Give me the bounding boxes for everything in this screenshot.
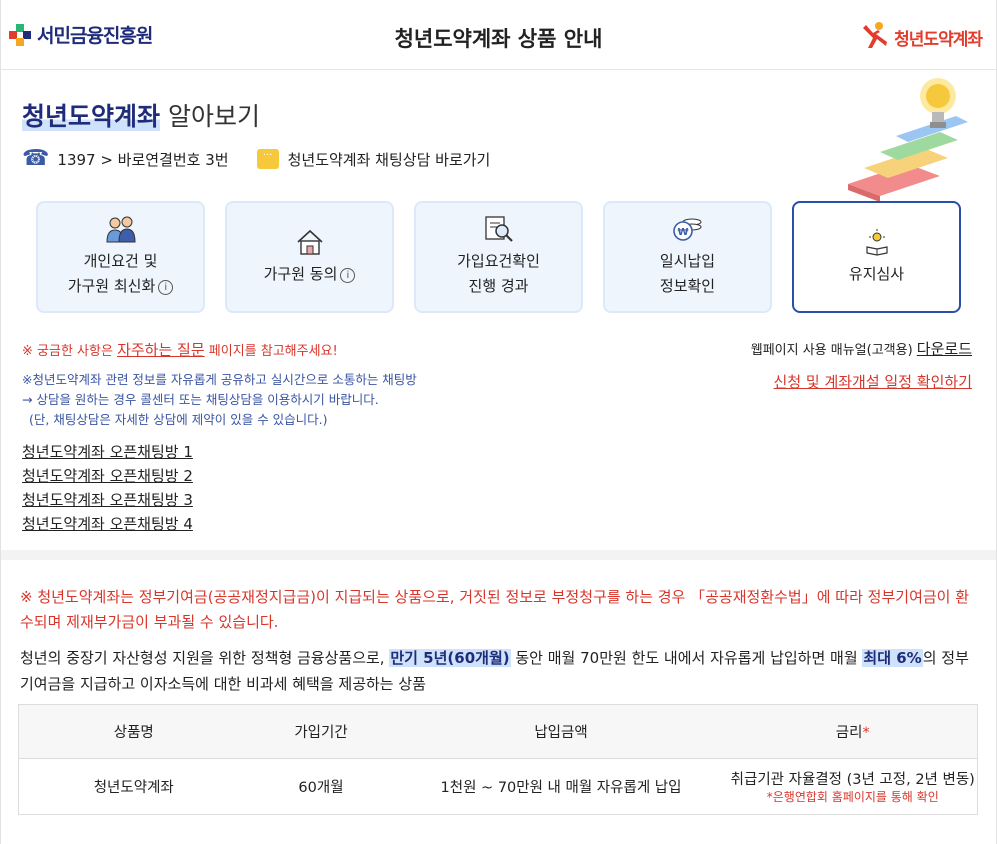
open-chat-link-3[interactable]: 청년도약계좌 오픈채팅방 3 bbox=[22, 488, 193, 512]
phone-icon: ☎ bbox=[22, 146, 50, 171]
open-chat-link-1[interactable]: 청년도약계좌 오픈채팅방 1 bbox=[22, 440, 193, 464]
cell-product-name: 청년도약계좌 bbox=[93, 780, 174, 796]
open-chat-link-2[interactable]: 청년도약계좌 오픈채팅방 2 bbox=[22, 464, 193, 488]
coins-icon: ₩ bbox=[672, 215, 704, 243]
section-heading-rest: 알아보기 bbox=[167, 102, 260, 131]
table-row: 청년도약계좌 60개월 1천원 ~ 70만원 내 매월 자유롭게 납입 취급기관… bbox=[19, 759, 978, 815]
card-label-line2: 정보확인 bbox=[659, 277, 716, 295]
col-product-name: 상품명 bbox=[18, 704, 249, 759]
col-term: 가입기간 bbox=[248, 704, 394, 759]
card-label: 가구원 동의 i bbox=[264, 262, 356, 287]
page-title: 청년도약계좌 상품 안내 bbox=[394, 27, 603, 51]
product-logo-mark-icon bbox=[860, 20, 890, 54]
card-label-line2: 진행 경과 bbox=[468, 277, 529, 295]
page: 서민금융진흥원 청년도약계좌 상품 안내 청년도약계좌 청년도약계좌 알아보기 … bbox=[0, 0, 997, 844]
card-maintenance-review[interactable]: 유지심사 bbox=[792, 201, 961, 313]
card-eligibility-progress[interactable]: 가입요건확인 진행 경과 bbox=[414, 201, 583, 313]
description-text: 청년의 중장기 자산형성 지원을 위한 정책형 금융상품으로, bbox=[20, 649, 390, 667]
manual-label: 웹페이지 사용 매뉴얼(고객용) bbox=[750, 343, 917, 358]
card-lump-sum-info[interactable]: ₩ 일시납입 정보확인 bbox=[603, 201, 772, 313]
contact-row: ☎ 1397 > 바로연결번호 3번 ··· 청년도약계좌 채팅상담 바로가기 bbox=[22, 148, 490, 170]
info-icon[interactable]: i bbox=[340, 267, 356, 283]
fraud-warning: ※ 청년도약계좌는 정부기여금(공공재정지급금)이 지급되는 상품으로, 거짓된… bbox=[20, 588, 970, 631]
product-table: 상품명 가입기간 납입금액 금리* 청년도약계좌 60개월 1천원 ~ 70만원… bbox=[18, 704, 978, 815]
open-chat-notice: ※청년도약계좌 관련 정보를 자유롭게 공유하고 실시간으로 소통하는 채팅방 … bbox=[22, 370, 417, 430]
faq-link[interactable]: 자주하는 질문 bbox=[117, 341, 205, 359]
col-payment: 납입금액 bbox=[393, 704, 729, 759]
open-chat-links: 청년도약계좌 오픈채팅방 1 청년도약계좌 오픈채팅방 2 청년도약계좌 오픈채… bbox=[22, 440, 193, 536]
open-chat-link-4[interactable]: 청년도약계좌 오픈채팅방 4 bbox=[22, 512, 193, 536]
section-heading-highlight: 청년도약계좌 bbox=[22, 102, 161, 131]
phone-text: 1397 > 바로연결번호 3번 bbox=[57, 150, 229, 169]
description-text: 동안 매월 70만원 한도 내에서 자유롭게 납입하면 매월 bbox=[510, 649, 863, 667]
card-label: 가구원 최신화 i bbox=[68, 274, 174, 299]
open-chat-notice-line: (단, 채팅상담은 자세한 상담에 제약이 있을 수 있습니다.) bbox=[29, 412, 328, 427]
svg-text:₩: ₩ bbox=[677, 227, 688, 238]
section-divider bbox=[1, 550, 996, 560]
hero-illustration bbox=[844, 72, 984, 204]
description-highlight-term: 만기 5년(60개월) bbox=[389, 649, 511, 667]
people-icon bbox=[105, 215, 137, 243]
description-highlight-rate: 최대 6% bbox=[862, 649, 923, 667]
card-label-line1: 가구원 동의 bbox=[263, 264, 338, 283]
faq-notice-suffix: 페이지를 참고해주세요! bbox=[204, 344, 338, 359]
manual-download: 웹페이지 사용 매뉴얼(고객용) 다운로드 bbox=[751, 338, 972, 359]
card-label: 개인요건 및 bbox=[84, 249, 158, 274]
open-chat-notice-line: → 상담을 원하는 경우 콜센터 또는 채팅상담을 이용하시기 바랍니다. bbox=[22, 392, 379, 407]
faq-notice-prefix: ※ 궁금한 사항은 bbox=[22, 344, 118, 359]
product-logo-text: 청년도약계좌 bbox=[894, 29, 983, 50]
house-icon bbox=[295, 228, 325, 256]
chat-consult-link[interactable]: 청년도약계좌 채팅상담 바로가기 bbox=[288, 149, 491, 170]
card-label-line1: 일시납입 bbox=[659, 252, 716, 270]
card-personal-update[interactable]: 개인요건 및 가구원 최신화 i bbox=[36, 201, 205, 313]
card-label-line1: 개인요건 및 bbox=[83, 252, 158, 270]
card-label-line1: 가입요건확인 bbox=[457, 252, 540, 270]
service-cards: 개인요건 및 가구원 최신화 i 가구원 동의 i 가입요건확인 진행 경과 ₩… bbox=[36, 201, 961, 313]
rate-note: *은행연합회 홈페이지를 통해 확인 bbox=[766, 790, 939, 804]
rate-asterisk: * bbox=[862, 725, 870, 741]
faq-notice: ※ 궁금한 사항은 자주하는 질문 페이지를 참고해주세요! bbox=[22, 339, 338, 360]
col-rate-label: 금리 bbox=[835, 725, 863, 741]
lamp-book-icon bbox=[863, 228, 891, 256]
cell-rate-text: 취급기관 자율결정 (3년 고정, 2년 변동) bbox=[730, 772, 975, 788]
card-label-line2: 가구원 최신화 bbox=[67, 277, 156, 295]
header: 서민금융진흥원 청년도약계좌 상품 안내 청년도약계좌 bbox=[1, 0, 996, 70]
card-household-consent[interactable]: 가구원 동의 i bbox=[225, 201, 394, 313]
manual-download-link[interactable]: 다운로드 bbox=[917, 340, 972, 358]
card-label-line1: 유지심사 bbox=[848, 264, 905, 283]
cell-payment: 1천원 ~ 70만원 내 매월 자유롭게 납입 bbox=[440, 780, 682, 796]
info-icon[interactable]: i bbox=[158, 280, 174, 295]
cell-term: 60개월 bbox=[298, 780, 344, 796]
product-description: 청년의 중장기 자산형성 지원을 위한 정책형 금융상품으로, 만기 5년(60… bbox=[20, 645, 982, 697]
table-header-row: 상품명 가입기간 납입금액 금리* bbox=[18, 704, 978, 759]
col-rate: 금리* bbox=[728, 704, 978, 759]
cell-rate: 취급기관 자율결정 (3년 고정, 2년 변동) *은행연합회 홈페이지를 통해… bbox=[729, 759, 978, 815]
open-chat-notice-line: ※청년도약계좌 관련 정보를 자유롭게 공유하고 실시간으로 소통하는 채팅방 bbox=[22, 372, 417, 387]
section-heading: 청년도약계좌 알아보기 bbox=[22, 97, 260, 133]
schedule-link[interactable]: 신청 및 계좌개설 일정 확인하기 bbox=[774, 371, 972, 392]
chat-bubble-icon: ··· bbox=[256, 149, 279, 169]
search-document-icon bbox=[483, 215, 515, 243]
product-logo[interactable]: 청년도약계좌 bbox=[860, 20, 983, 54]
